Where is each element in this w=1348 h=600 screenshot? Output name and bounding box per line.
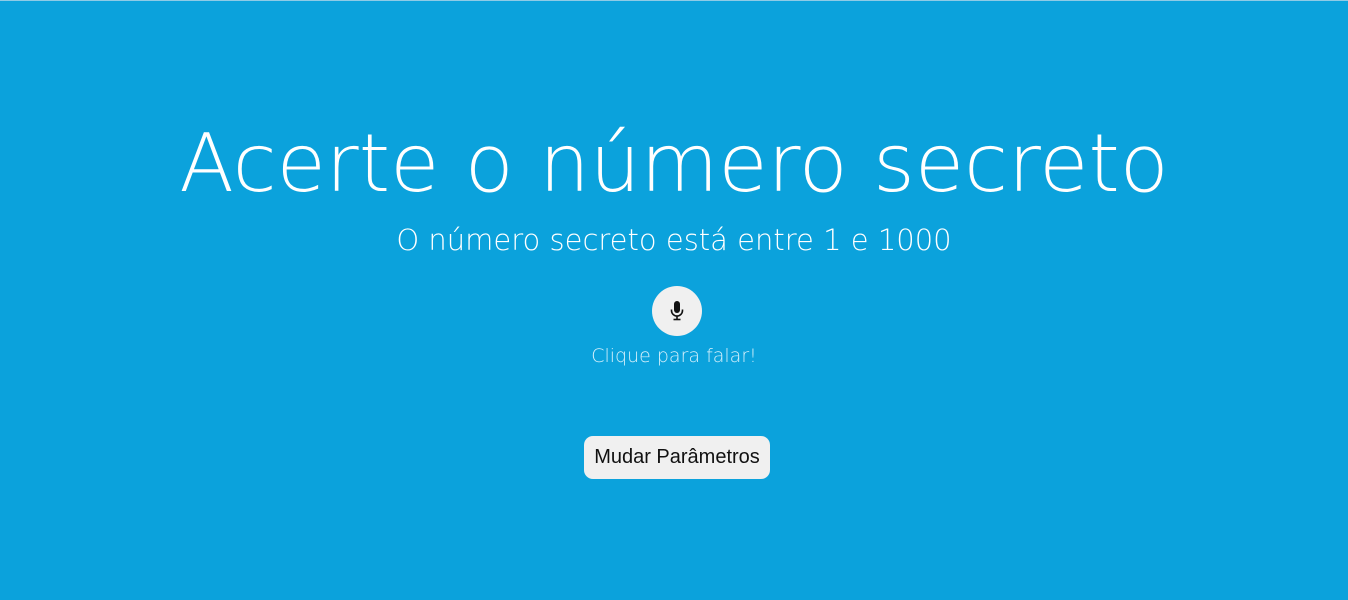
- page-title: Acerte o número secreto: [179, 117, 1169, 210]
- change-parameters-button[interactable]: Mudar Parâmetros: [584, 436, 770, 479]
- speak-hint: Clique para falar!: [591, 345, 757, 367]
- microphone-icon: [670, 301, 684, 321]
- microphone-button[interactable]: [652, 286, 702, 336]
- range-subtitle: O número secreto está entre 1 e 1000: [396, 223, 952, 257]
